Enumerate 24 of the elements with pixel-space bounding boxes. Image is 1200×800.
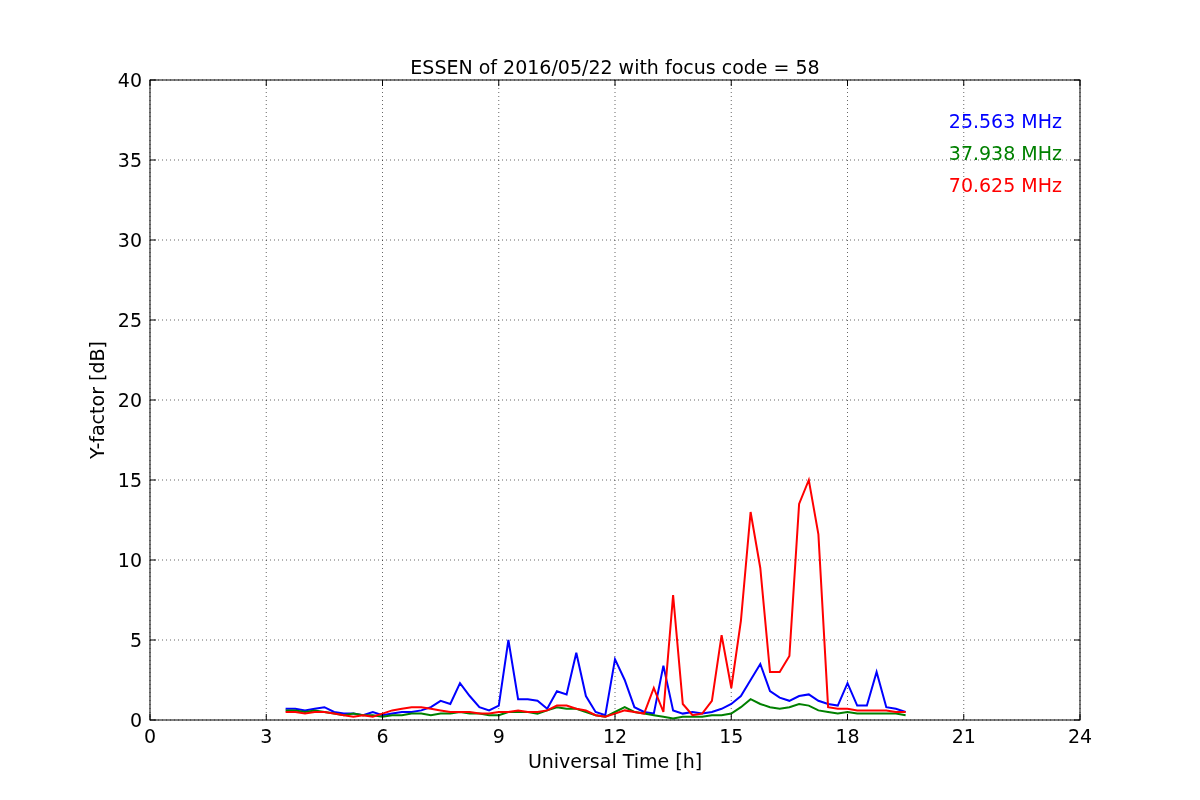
tick-label: 6 [376,725,389,747]
tick-label: 10 [117,549,142,571]
tick-label: 20 [117,389,142,411]
chart-title: ESSEN of 2016/05/22 with focus code = 58 [410,56,820,78]
tick-label: 40 [117,69,142,91]
tick-label: 25 [117,309,142,331]
tick-label: 24 [1067,725,1093,747]
tick-label: 0 [143,725,157,747]
tick-label: 0 [129,709,142,731]
tick-label: 3 [260,725,273,747]
tick-label: 18 [835,725,860,747]
tick-label: 15 [117,469,142,491]
legend-label: 25.563 MHz [948,110,1062,132]
tick-label: 35 [117,149,142,171]
y-axis-label: Y-factor [dB] [86,341,108,459]
tick-label: 15 [719,725,744,747]
x-axis-label: Universal Time [h] [527,750,703,772]
legend-label: 37.938 MHz [948,142,1062,164]
tick-label: 9 [492,725,505,747]
legend-label: 70.625 MHz [948,174,1062,196]
tick-label: 12 [602,725,628,747]
tick-label: 21 [951,725,976,747]
tick-label: 5 [129,629,142,651]
tick-label: 30 [117,229,142,251]
